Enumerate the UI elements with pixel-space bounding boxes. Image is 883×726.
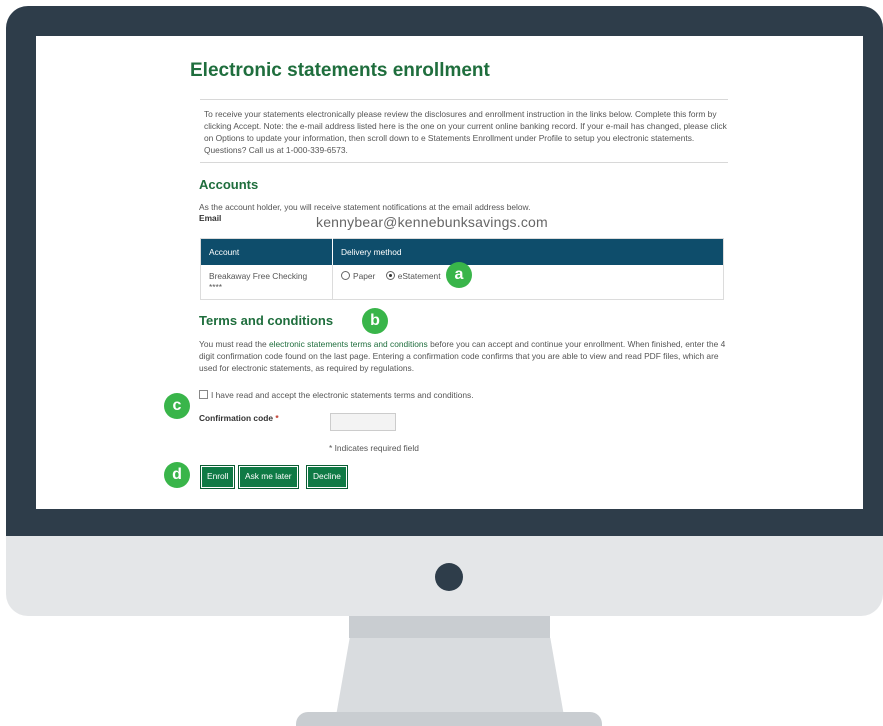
email-label: Email xyxy=(199,213,222,223)
monitor-screen: Electronic statements enrollment To rece… xyxy=(36,36,863,509)
accept-terms-label: I have read and accept the electronic st… xyxy=(211,390,474,400)
terms-text: You must read the electronic statements … xyxy=(199,338,727,374)
accounts-heading: Accounts xyxy=(199,177,259,192)
ask-me-later-button[interactable]: Ask me later xyxy=(238,465,299,489)
account-name: Breakaway Free Checking xyxy=(209,271,308,281)
callout-a: a xyxy=(446,262,472,288)
estatement-label: eStatement xyxy=(397,271,441,281)
decline-button[interactable]: Decline xyxy=(306,465,348,489)
confirmation-code-input[interactable] xyxy=(330,413,396,431)
page-title: Electronic statements enrollment xyxy=(190,60,490,81)
enroll-button[interactable]: Enroll xyxy=(200,465,236,489)
accept-terms-row[interactable]: I have read and accept the electronic st… xyxy=(199,389,474,401)
column-header-delivery: Delivery method xyxy=(332,238,724,265)
paper-label: Paper xyxy=(353,271,376,281)
required-star: * xyxy=(275,413,279,423)
callout-b: b xyxy=(362,308,388,334)
confirmation-code-label-text: Confirmation code xyxy=(199,413,273,423)
callout-d: d xyxy=(164,462,190,488)
email-value: kennybear@kennebunksavings.com xyxy=(316,214,548,230)
accept-terms-checkbox[interactable] xyxy=(199,390,208,399)
account-mask: **** xyxy=(209,282,223,292)
required-note: * Indicates required field xyxy=(329,442,419,454)
monitor-stand xyxy=(336,638,564,716)
column-header-account: Account xyxy=(200,238,333,265)
accounts-note: As the account holder, you will receive … xyxy=(199,202,531,212)
paper-option[interactable]: Paper xyxy=(341,271,378,281)
terms-link[interactable]: electronic statements terms and conditio… xyxy=(269,339,428,349)
account-cell: Breakaway Free Checking **** xyxy=(200,265,333,300)
paper-radio[interactable] xyxy=(341,271,350,280)
delivery-cell: Paper eStatement xyxy=(333,265,724,300)
monitor-stand-neck xyxy=(349,616,550,638)
confirmation-code-label: Confirmation code * xyxy=(199,413,279,423)
power-button-icon xyxy=(435,563,463,591)
required-note-text: * Indicates required field xyxy=(329,443,419,453)
terms-text-before: You must read the xyxy=(199,339,269,349)
terms-heading: Terms and conditions xyxy=(199,313,334,328)
table-header-row: Account Delivery method xyxy=(200,238,724,265)
estatement-option[interactable]: eStatement xyxy=(385,271,441,281)
estatement-radio[interactable] xyxy=(385,271,395,280)
monitor-stand-base xyxy=(296,712,602,726)
callout-c: c xyxy=(164,393,190,419)
intro-text: To receive your statements electronicall… xyxy=(200,99,728,163)
